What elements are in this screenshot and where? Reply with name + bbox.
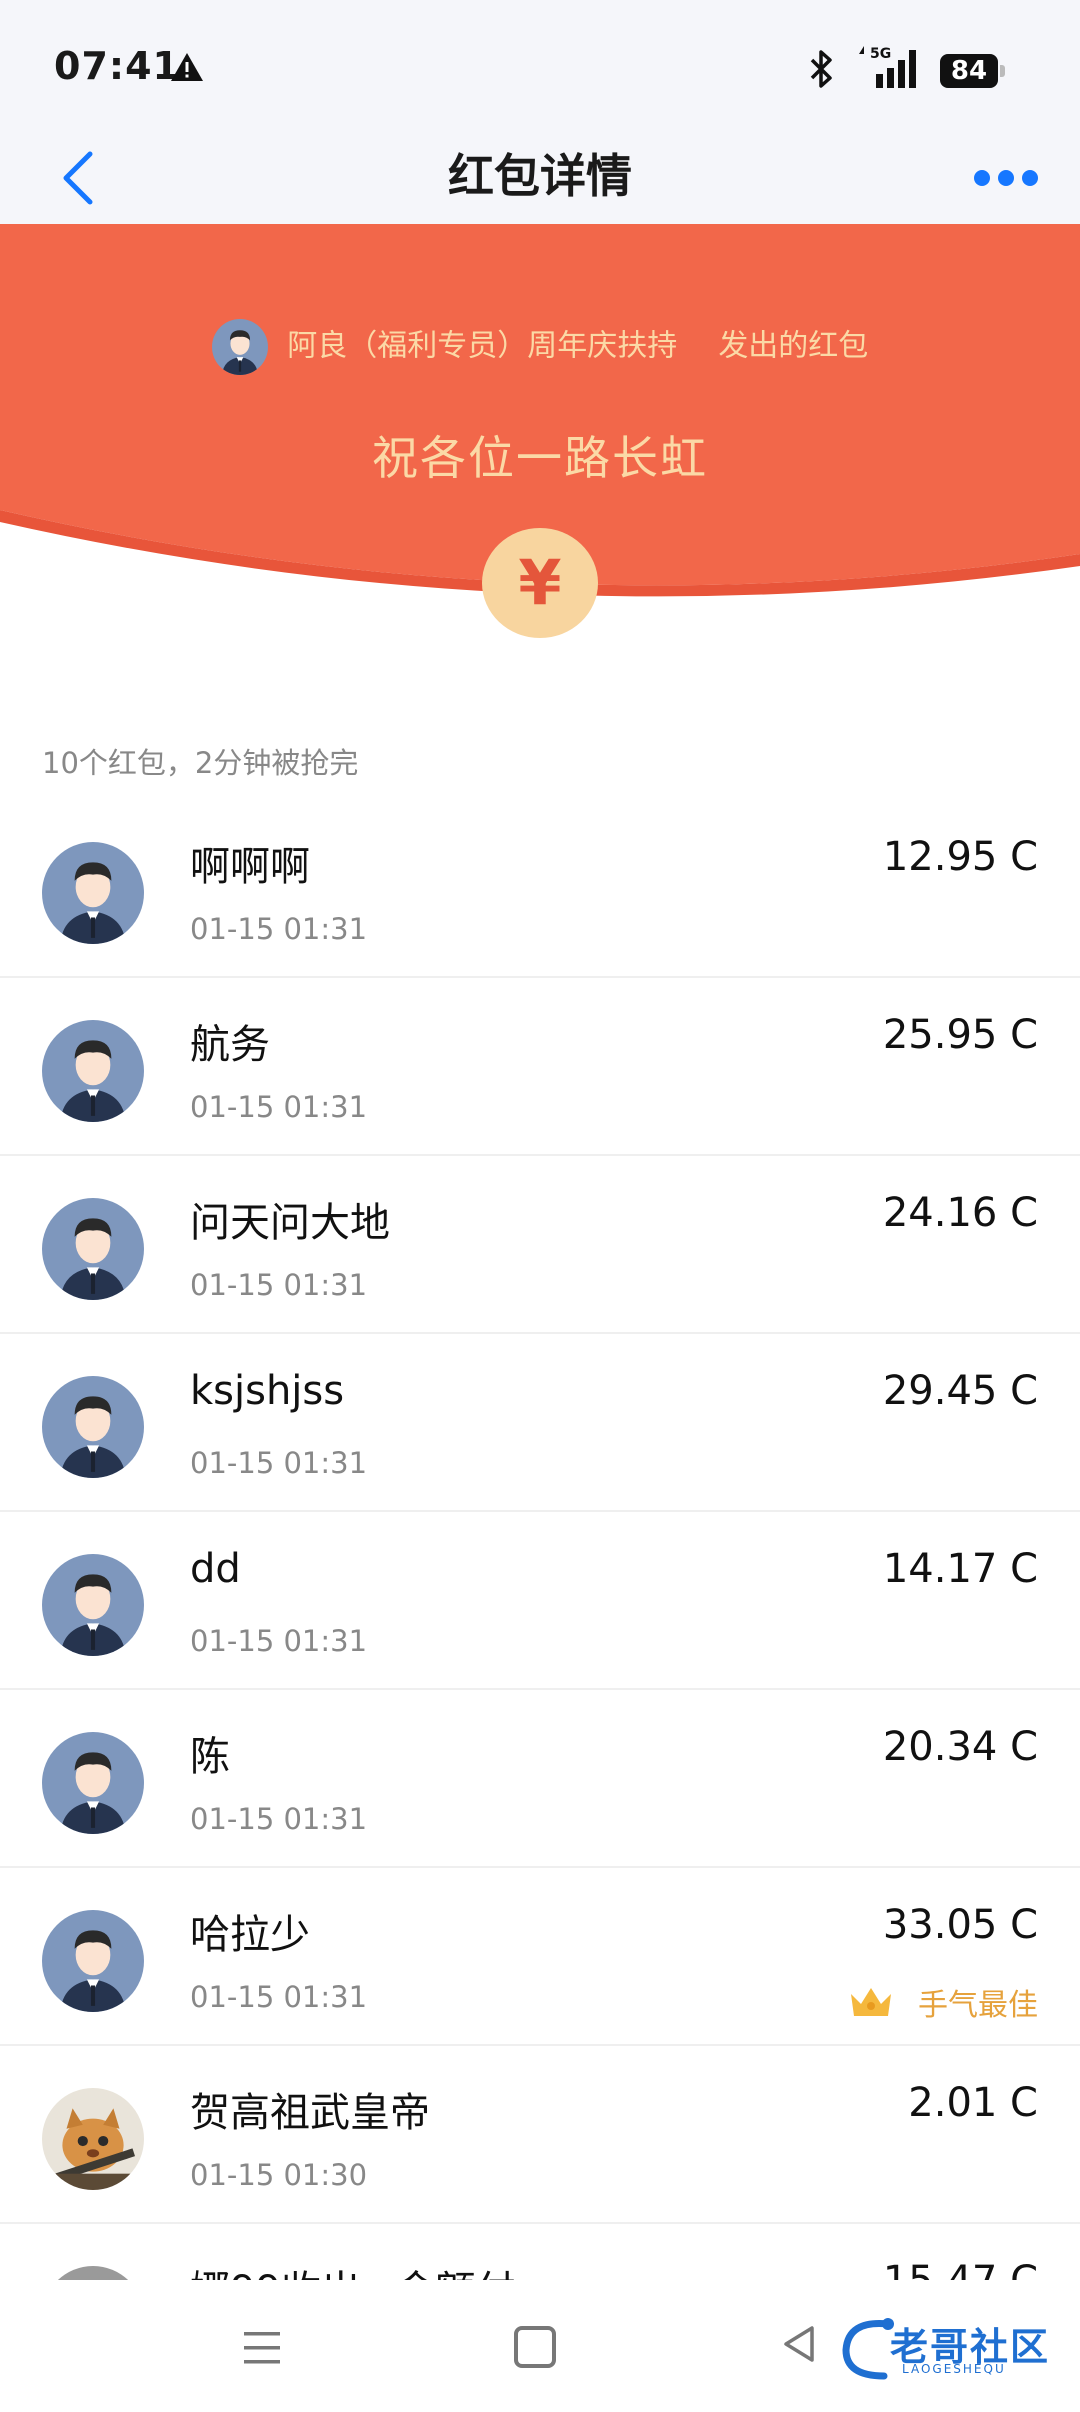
warning-icon — [171, 53, 203, 81]
recipient-name: 贺高祖武皇帝 — [190, 2090, 430, 2136]
list-item[interactable]: 啊啊啊 01-15 01:31 12.95 C — [0, 800, 1080, 978]
avatar — [42, 1020, 144, 1122]
recipient-name: 问天问大地 — [190, 1200, 390, 1246]
system-nav-bar: 老哥社区 LAOGESHEQU — [0, 2280, 1080, 2412]
menu-lines-icon[interactable] — [240, 2328, 284, 2368]
best-luck-label: 手气最佳 — [918, 1988, 1038, 2023]
watermark-logo: 老哥社区 LAOGESHEQU — [838, 2310, 1068, 2390]
recipient-name: 娜99收出c,金额付 — [190, 2258, 516, 2280]
greeting-message: 祝各位一路长虹 — [372, 431, 708, 485]
recipient-time: 01-15 01:31 — [190, 1624, 368, 1658]
avatar — [42, 1198, 144, 1300]
more-button[interactable] — [966, 150, 1046, 200]
chevron-left-icon — [63, 151, 93, 205]
recipient-amount: 29.45 C — [882, 1368, 1038, 1414]
list-item[interactable]: 贺高祖武皇帝 01-15 01:30 2.01 C — [0, 2046, 1080, 2224]
list-item[interactable]: 航务 01-15 01:31 25.95 C — [0, 978, 1080, 1156]
recipient-amount: 12.95 C — [882, 834, 1038, 880]
back-triangle-icon[interactable] — [780, 2324, 820, 2364]
recipient-time: 01-15 01:31 — [190, 912, 368, 946]
recipient-time: 01-15 01:31 — [190, 1268, 368, 1302]
list-item[interactable]: dd 01-15 01:31 14.17 C — [0, 1512, 1080, 1690]
sender-name: 阿良（福利专员）周年庆扶持 — [287, 328, 678, 364]
avatar — [42, 2266, 144, 2280]
recipient-amount: 15.47 C — [883, 2258, 1038, 2280]
recipient-amount: 14.17 C — [882, 1546, 1038, 1592]
recipient-time: 01-15 01:31 — [190, 1980, 368, 2014]
recipient-name: ksjshjss — [190, 1368, 345, 1414]
recipient-name: dd — [190, 1546, 241, 1592]
back-button[interactable] — [52, 136, 112, 216]
best-luck-badge: 手气最佳 — [848, 1980, 1038, 2024]
avatar — [42, 842, 144, 944]
nav-bar: 红包详情 — [0, 130, 1080, 224]
sent-suffix: 发出的红包 — [718, 328, 869, 364]
avatar — [42, 1732, 144, 1834]
recipient-time: 01-15 01:31 — [190, 1446, 368, 1480]
yuan-coin-icon: ¥ — [482, 528, 598, 638]
avatar — [42, 1376, 144, 1478]
recipient-name: 啊啊啊 — [190, 844, 310, 890]
status-bar: 07:41 5G 84 — [0, 0, 1080, 130]
avatar — [42, 1910, 144, 2012]
list-item[interactable]: 陈 01-15 01:31 20.34 C — [0, 1690, 1080, 1868]
list-item[interactable]: 问天问大地 01-15 01:31 24.16 C — [0, 1156, 1080, 1334]
recipient-name: 哈拉少 — [190, 1912, 310, 1958]
cat-avatar — [42, 2088, 144, 2190]
recipient-amount: 2.01 C — [908, 2080, 1038, 2126]
recipient-name: 航务 — [190, 1022, 270, 1068]
more-dots-icon — [974, 170, 990, 186]
recipient-amount: 25.95 C — [882, 1012, 1038, 1058]
svg-text:5G: 5G — [870, 46, 891, 62]
list-item[interactable]: ksjshjss 01-15 01:31 29.45 C — [0, 1334, 1080, 1512]
battery-indicator: 84 — [940, 54, 1005, 88]
list-item[interactable]: 娜99收出c,金额付 15.47 C — [0, 2224, 1080, 2280]
recipient-time: 01-15 01:31 — [190, 1802, 368, 1836]
list-item[interactable]: 哈拉少 01-15 01:31 33.05 C 手气最佳 — [0, 1868, 1080, 2046]
recipient-list: 啊啊啊 01-15 01:31 12.95 C 航务 01-15 01:31 2… — [0, 800, 1080, 2280]
bluetooth-icon — [810, 50, 832, 88]
avatar — [42, 1554, 144, 1656]
page-title: 红包详情 — [448, 149, 632, 203]
status-time: 07:41 — [54, 44, 180, 88]
signal-5g-icon: 5G — [859, 46, 916, 88]
sender-avatar — [211, 318, 268, 375]
home-square-icon[interactable] — [514, 2326, 556, 2368]
envelope-summary: 10个红包，2分钟被抢完 — [42, 746, 359, 780]
recipient-amount: 24.16 C — [882, 1190, 1038, 1236]
recipient-name: 陈 — [190, 1734, 230, 1780]
crown-icon — [851, 1988, 892, 2016]
dragon-logo-icon — [842, 2318, 894, 2380]
recipient-amount: 20.34 C — [882, 1724, 1038, 1770]
recipient-time: 01-15 01:30 — [190, 2158, 368, 2192]
sender-line: 阿良（福利专员）周年庆扶持 发出的红包 — [0, 316, 1080, 377]
recipient-amount: 33.05 C — [882, 1902, 1038, 1948]
watermark-subtext: LAOGESHEQU — [902, 2362, 1006, 2376]
recipient-time: 01-15 01:31 — [190, 1090, 368, 1124]
